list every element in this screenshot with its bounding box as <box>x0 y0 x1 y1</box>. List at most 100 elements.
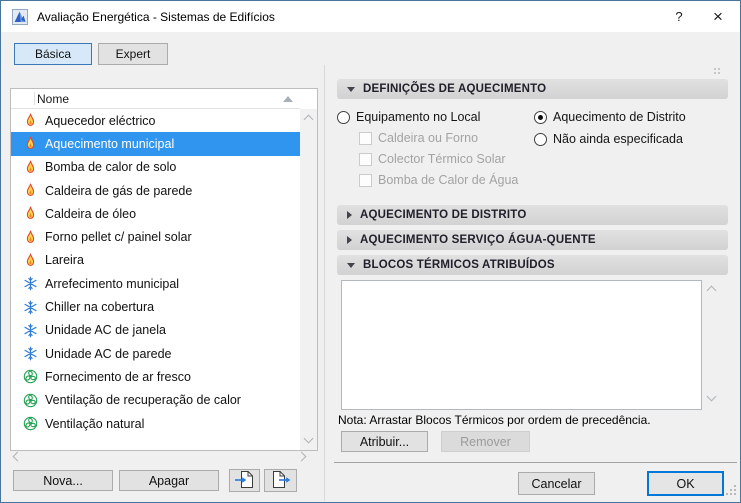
flame-icon <box>23 136 39 151</box>
checkbox-row: Bomba de Calor de Água <box>359 172 518 188</box>
list-item[interactable]: Forno pellet c/ painel solar <box>11 225 300 248</box>
list-item-label: Ventilação natural <box>45 416 145 431</box>
list-item-label: Fornecimento de ar fresco <box>45 369 191 384</box>
section-title: DEFINIÇÕES DE AQUECIMENTO <box>363 83 547 95</box>
scroll-left-icon[interactable] <box>12 451 23 462</box>
section-header-aquecimento-servico-agua-quente[interactable]: AQUECIMENTO SERVIÇO ÁGUA-QUENTE <box>337 230 728 250</box>
section-title: AQUECIMENTO DE DISTRITO <box>360 209 527 221</box>
list-item[interactable]: Ventilação de recuperação de calor <box>11 389 300 412</box>
flame-icon <box>23 160 39 175</box>
list-item[interactable]: Ventilação natural <box>11 412 300 435</box>
close-button[interactable]: × <box>700 1 736 32</box>
flame-icon <box>23 183 39 198</box>
section-title: BLOCOS TÉRMICOS ATRIBUÍDOS <box>363 259 555 271</box>
list-item-label: Chiller na cobertura <box>45 300 155 315</box>
collapse-expanded-icon <box>347 262 355 268</box>
cancel-button[interactable]: Cancelar <box>518 472 595 495</box>
radio-nao-ainda-especificada[interactable]: Não ainda especificada <box>534 131 683 147</box>
scroll-down-icon[interactable] <box>706 391 717 402</box>
list-rows: Aquecedor eléctrico Aquecimento municipal… <box>11 109 300 450</box>
column-header-label: Nome <box>37 92 70 106</box>
delete-button[interactable]: Apagar <box>119 470 219 491</box>
collapse-collapsed-icon <box>347 211 352 219</box>
checkbox-row: Colector Térmico Solar <box>359 151 506 167</box>
column-divider <box>34 92 35 105</box>
fan-icon <box>23 393 39 408</box>
title-bar[interactable]: Avaliação Energética - Sistemas de Edifí… <box>1 1 740 32</box>
panel-grip <box>714 63 722 77</box>
list-item[interactable]: Lareira <box>11 249 300 272</box>
fan-icon <box>23 416 39 431</box>
column-header-nome[interactable]: Nome <box>11 89 300 109</box>
checkbox-label: Caldeira ou Forno <box>378 131 479 145</box>
list-item[interactable]: Bomba de calor de solo <box>11 156 300 179</box>
radio-label: Aquecimento de Distrito <box>553 110 686 124</box>
app-icon <box>12 9 28 25</box>
precedence-note: Nota: Arrastar Blocos Térmicos por ordem… <box>338 413 651 427</box>
assigned-blocks-list[interactable] <box>341 280 702 410</box>
help-button[interactable]: ? <box>662 1 696 32</box>
list-item-label: Lareira <box>45 253 84 268</box>
tab-basica[interactable]: Básica <box>14 43 92 65</box>
flame-icon <box>23 230 39 245</box>
list-item-label: Forno pellet c/ painel solar <box>45 230 192 245</box>
assign-button[interactable]: Atribuir... <box>341 431 428 452</box>
checkbox-label: Colector Térmico Solar <box>378 152 506 166</box>
section-header-aquecimento-de-distrito[interactable]: AQUECIMENTO DE DISTRITO <box>337 205 728 225</box>
list-item[interactable]: Unidade AC de parede <box>11 342 300 365</box>
import-button[interactable] <box>229 469 260 492</box>
sort-ascending-icon <box>283 96 293 102</box>
list-item[interactable]: Fornecimento de ar fresco <box>11 365 300 388</box>
section-title: AQUECIMENTO SERVIÇO ÁGUA-QUENTE <box>360 234 596 246</box>
snowflake-icon <box>23 300 39 315</box>
scroll-up-icon[interactable] <box>303 114 314 125</box>
footer-separator <box>334 462 737 463</box>
ok-button[interactable]: OK <box>647 471 724 496</box>
panel-splitter <box>324 65 325 501</box>
radio-icon <box>337 110 350 124</box>
radio-equipamento-no-local[interactable]: Equipamento no Local <box>337 109 480 125</box>
tab-expert[interactable]: Expert <box>98 43 168 65</box>
checkbox-row: Caldeira ou Forno <box>359 130 478 146</box>
radio-label: Equipamento no Local <box>356 110 481 124</box>
list-item[interactable]: Aquecimento municipal <box>11 132 300 156</box>
radio-icon <box>534 132 547 146</box>
scroll-right-icon[interactable] <box>296 451 307 462</box>
snowflake-icon <box>23 346 39 361</box>
snowflake-icon <box>23 276 39 291</box>
list-item[interactable]: Unidade AC de janela <box>11 319 300 342</box>
collapse-expanded-icon <box>347 86 355 92</box>
list-vertical-scrollbar[interactable] <box>300 109 317 450</box>
scroll-up-icon[interactable] <box>706 285 717 296</box>
systems-list: Nome Aquecedor eléctrico Aquecimento muni… <box>10 88 318 451</box>
export-icon <box>270 470 292 492</box>
list-item[interactable]: Arrefecimento municipal <box>11 272 300 295</box>
fan-icon <box>23 369 39 384</box>
list-item-label: Caldeira de óleo <box>45 206 137 221</box>
snowflake-icon <box>23 323 39 338</box>
list-item[interactable]: Chiller na cobertura <box>11 295 300 318</box>
list-item-label: Ventilação de recuperação de calor <box>45 393 241 408</box>
flame-icon <box>23 113 39 128</box>
radio-aquecimento-de-distrito[interactable]: Aquecimento de Distrito <box>534 109 686 125</box>
list-item-label: Caldeira de gás de parede <box>45 183 193 198</box>
radio-label: Não ainda especificada <box>553 132 683 146</box>
scroll-down-icon[interactable] <box>303 433 314 444</box>
list-item[interactable]: Caldeira de gás de parede <box>11 179 300 202</box>
section-header-definicoes-de-aquecimento[interactable]: DEFINIÇÕES DE AQUECIMENTO <box>337 79 728 99</box>
list-item-label: Aquecedor eléctrico <box>45 113 156 128</box>
new-button[interactable]: Nova... <box>13 470 113 491</box>
list-item[interactable]: Caldeira de óleo <box>11 202 300 225</box>
list-item-label: Unidade AC de parede <box>45 346 172 361</box>
collapse-collapsed-icon <box>347 236 352 244</box>
list-item-label: Arrefecimento municipal <box>45 276 180 291</box>
export-button[interactable] <box>264 469 297 492</box>
window-title: Avaliação Energética - Sistemas de Edifí… <box>37 10 275 24</box>
list-item[interactable]: Aquecedor eléctrico <box>11 109 300 132</box>
section-header-blocos-termicos-atribuidos[interactable]: BLOCOS TÉRMICOS ATRIBUÍDOS <box>337 255 728 275</box>
remove-button: Remover <box>441 431 530 452</box>
list-item-label: Unidade AC de janela <box>45 323 166 338</box>
list-item-label: Aquecimento municipal <box>45 136 175 151</box>
checkbox-icon <box>359 152 372 166</box>
resize-grip[interactable] <box>726 485 737 499</box>
